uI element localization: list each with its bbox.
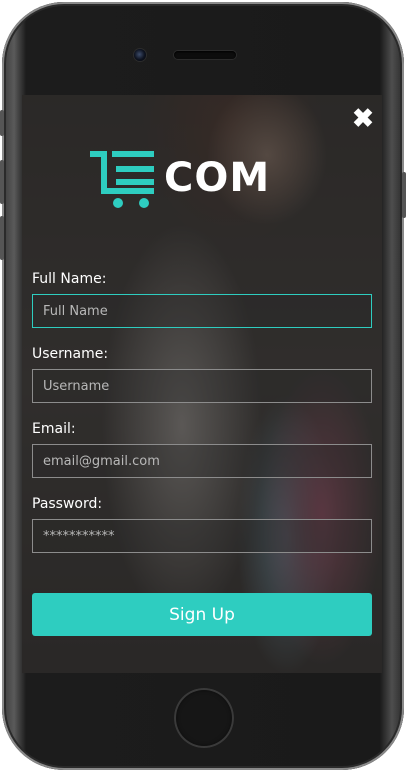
username-label: Username: [32,346,109,362]
front-camera [134,49,146,61]
brand-logo: COM [90,151,290,211]
shopping-cart-icon [90,151,154,208]
app-screen: ✖ COM Full Name: Username: Email: Passwo… [22,95,382,673]
password-field-group: Password: [32,496,372,553]
logo-text: COM [164,155,271,201]
fullname-input[interactable] [32,294,372,328]
username-field-group: Username: [32,346,372,403]
password-input[interactable] [32,519,372,553]
mute-switch [0,110,4,136]
username-input[interactable] [32,369,372,403]
earpiece-speaker [174,51,236,59]
email-input[interactable] [32,444,372,478]
email-field-group: Email: [32,421,372,478]
close-icon[interactable]: ✖ [352,105,374,131]
fullname-label: Full Name: [32,271,107,287]
volume-up-button [0,160,4,204]
signup-form: Full Name: Username: Email: Password: [32,271,372,571]
power-button [402,172,406,218]
password-label: Password: [32,496,103,512]
home-button[interactable] [174,688,234,748]
fullname-field-group: Full Name: [32,271,372,328]
signup-button[interactable]: Sign Up [32,593,372,636]
volume-down-button [0,216,4,260]
email-label: Email: [32,421,76,437]
